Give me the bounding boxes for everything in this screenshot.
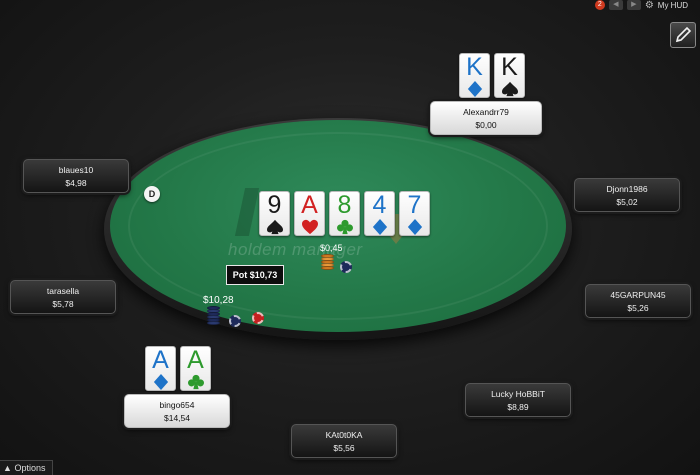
card-rank: 7 <box>407 191 422 219</box>
card-rank: K <box>466 53 483 81</box>
seat-player-name: Alexandrr79 <box>463 107 509 117</box>
seat-stack: $14,54 <box>164 413 190 423</box>
gear-icon[interactable]: ⚙ <box>645 0 654 11</box>
seat-bingo654[interactable]: bingo654 $14,54 <box>124 394 230 428</box>
pot-label: Pot $10,73 <box>226 265 284 285</box>
seat-player-name: bingo654 <box>159 400 195 410</box>
hud-toolbar: 2 ◀ ▶ ⚙ My HUD <box>594 0 700 11</box>
card-rank: 9 <box>267 191 282 219</box>
chip-hero-blue <box>229 315 241 327</box>
options-button[interactable]: ▲ Options <box>0 460 53 475</box>
dealer-button: D <box>144 186 160 202</box>
board-card-2: A <box>294 191 325 236</box>
next-arrow-icon[interactable]: ▶ <box>626 0 641 10</box>
options-label: Options <box>14 463 46 473</box>
seat-lucky-hobbit[interactable]: Lucky HoBBiT $8,89 <box>465 383 571 417</box>
seat-stack: $5,26 <box>627 303 649 313</box>
seat-45garpun45[interactable]: 45GARPUN45 $5,26 <box>585 284 691 318</box>
board-card-4: 4 <box>364 191 395 236</box>
card-rank: 8 <box>337 191 352 219</box>
chip-stack-hero <box>207 306 220 325</box>
seat-player-name: Djonn1986 <box>606 184 648 194</box>
chip-hero-red <box>252 312 264 324</box>
card-rank: A <box>152 346 169 374</box>
seat-stack: $5,02 <box>616 197 638 207</box>
hole-card-bingo654-1: A <box>145 346 176 391</box>
seat-stack: $4,98 <box>65 178 87 188</box>
seat-stack: $5,78 <box>52 299 74 309</box>
seat-blaues10[interactable]: blaues10 $4,98 <box>23 159 129 193</box>
spade-icon <box>266 219 283 235</box>
club-icon <box>336 219 353 235</box>
pencil-icon <box>675 26 692 43</box>
seat-player-name: 45GARPUN45 <box>610 290 666 300</box>
seat-player-name: KAt0t0KA <box>325 430 363 440</box>
options-expand-icon: ▲ <box>3 463 12 473</box>
diamond-icon <box>467 81 482 97</box>
board-card-3: 8 <box>329 191 360 236</box>
seat-tarasella[interactable]: tarasella $5,78 <box>10 280 116 314</box>
seat-kat0t0ka[interactable]: KAt0t0KA $5,56 <box>291 424 397 458</box>
seat-alexandrr79[interactable]: Alexandrr79 $0,00 <box>430 101 542 135</box>
notification-badge[interactable]: 2 <box>594 0 605 10</box>
spade-icon <box>501 81 518 97</box>
hole-card-bingo654-2: A <box>180 346 211 391</box>
board-card-1: 9 <box>259 191 290 236</box>
card-rank: 4 <box>372 191 387 219</box>
seat-stack: $5,56 <box>333 443 355 453</box>
seat-player-name: Lucky HoBBiT <box>491 389 545 399</box>
diamond-icon <box>372 219 387 235</box>
hole-card-alexandrr79-1: K <box>459 53 490 98</box>
heart-icon <box>301 219 318 235</box>
seat-stack: $0,00 <box>475 120 497 130</box>
card-rank: A <box>187 346 204 374</box>
club-icon <box>187 374 204 390</box>
seat-stack: $8,89 <box>507 402 529 412</box>
diamond-icon <box>153 374 168 390</box>
prev-arrow-icon[interactable]: ◀ <box>608 0 623 10</box>
seat-player-name: blaues10 <box>58 165 94 175</box>
edit-notes-button[interactable] <box>670 22 696 48</box>
seat-djonn1986[interactable]: Djonn1986 $5,02 <box>574 178 680 212</box>
card-rank: A <box>301 191 318 219</box>
diamond-icon <box>407 219 422 235</box>
bet-amount-hero: $10,28 <box>203 295 234 306</box>
card-rank: K <box>501 53 518 81</box>
my-hud-label[interactable]: My HUD <box>658 1 688 10</box>
hole-card-alexandrr79-2: K <box>494 53 525 98</box>
chip-top-blue <box>340 261 352 273</box>
board-card-5: 7 <box>399 191 430 236</box>
seat-player-name: tarasella <box>46 286 80 296</box>
bet-amount-top: $0,45 <box>320 243 343 253</box>
chip-stack-top <box>321 254 334 270</box>
